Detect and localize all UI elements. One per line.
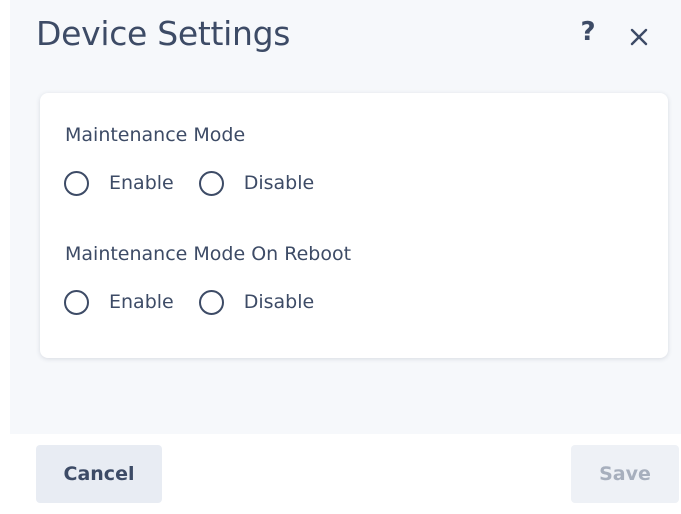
settings-card: Maintenance Mode Enable Disable Maintena… bbox=[40, 93, 668, 358]
maintenance-mode-on-reboot-label: Maintenance Mode On Reboot bbox=[65, 243, 352, 265]
radio-circle-icon[interactable] bbox=[198, 170, 224, 196]
maintenance-mode-on-reboot-radio-group: Enable Disable bbox=[64, 287, 339, 317]
maintenance-mode-on-reboot-disable-radio[interactable]: Disable bbox=[198, 289, 315, 315]
radio-circle-icon[interactable] bbox=[64, 170, 89, 196]
radio-label-enable: Enable bbox=[109, 291, 174, 313]
device-settings-dialog: Device Settings ? Maintenance Mode Enabl… bbox=[0, 0, 681, 514]
close-icon[interactable] bbox=[624, 22, 654, 52]
help-icon[interactable]: ? bbox=[573, 12, 603, 52]
cancel-button[interactable]: Cancel bbox=[36, 445, 162, 503]
maintenance-mode-radio-group: Enable Disable bbox=[64, 168, 339, 198]
radio-circle-icon[interactable] bbox=[64, 289, 89, 315]
maintenance-mode-disable-radio[interactable]: Disable bbox=[198, 170, 315, 196]
save-button[interactable]: Save bbox=[571, 445, 679, 503]
maintenance-mode-on-reboot-enable-radio[interactable]: Enable bbox=[64, 289, 174, 315]
maintenance-mode-label: Maintenance Mode bbox=[65, 124, 246, 146]
radio-label-disable: Disable bbox=[243, 172, 315, 194]
maintenance-mode-enable-radio[interactable]: Enable bbox=[64, 170, 174, 196]
dialog-title: Device Settings bbox=[36, 14, 291, 53]
radio-circle-icon[interactable] bbox=[198, 289, 224, 315]
radio-label-disable: Disable bbox=[243, 291, 315, 313]
radio-label-enable: Enable bbox=[109, 172, 174, 194]
